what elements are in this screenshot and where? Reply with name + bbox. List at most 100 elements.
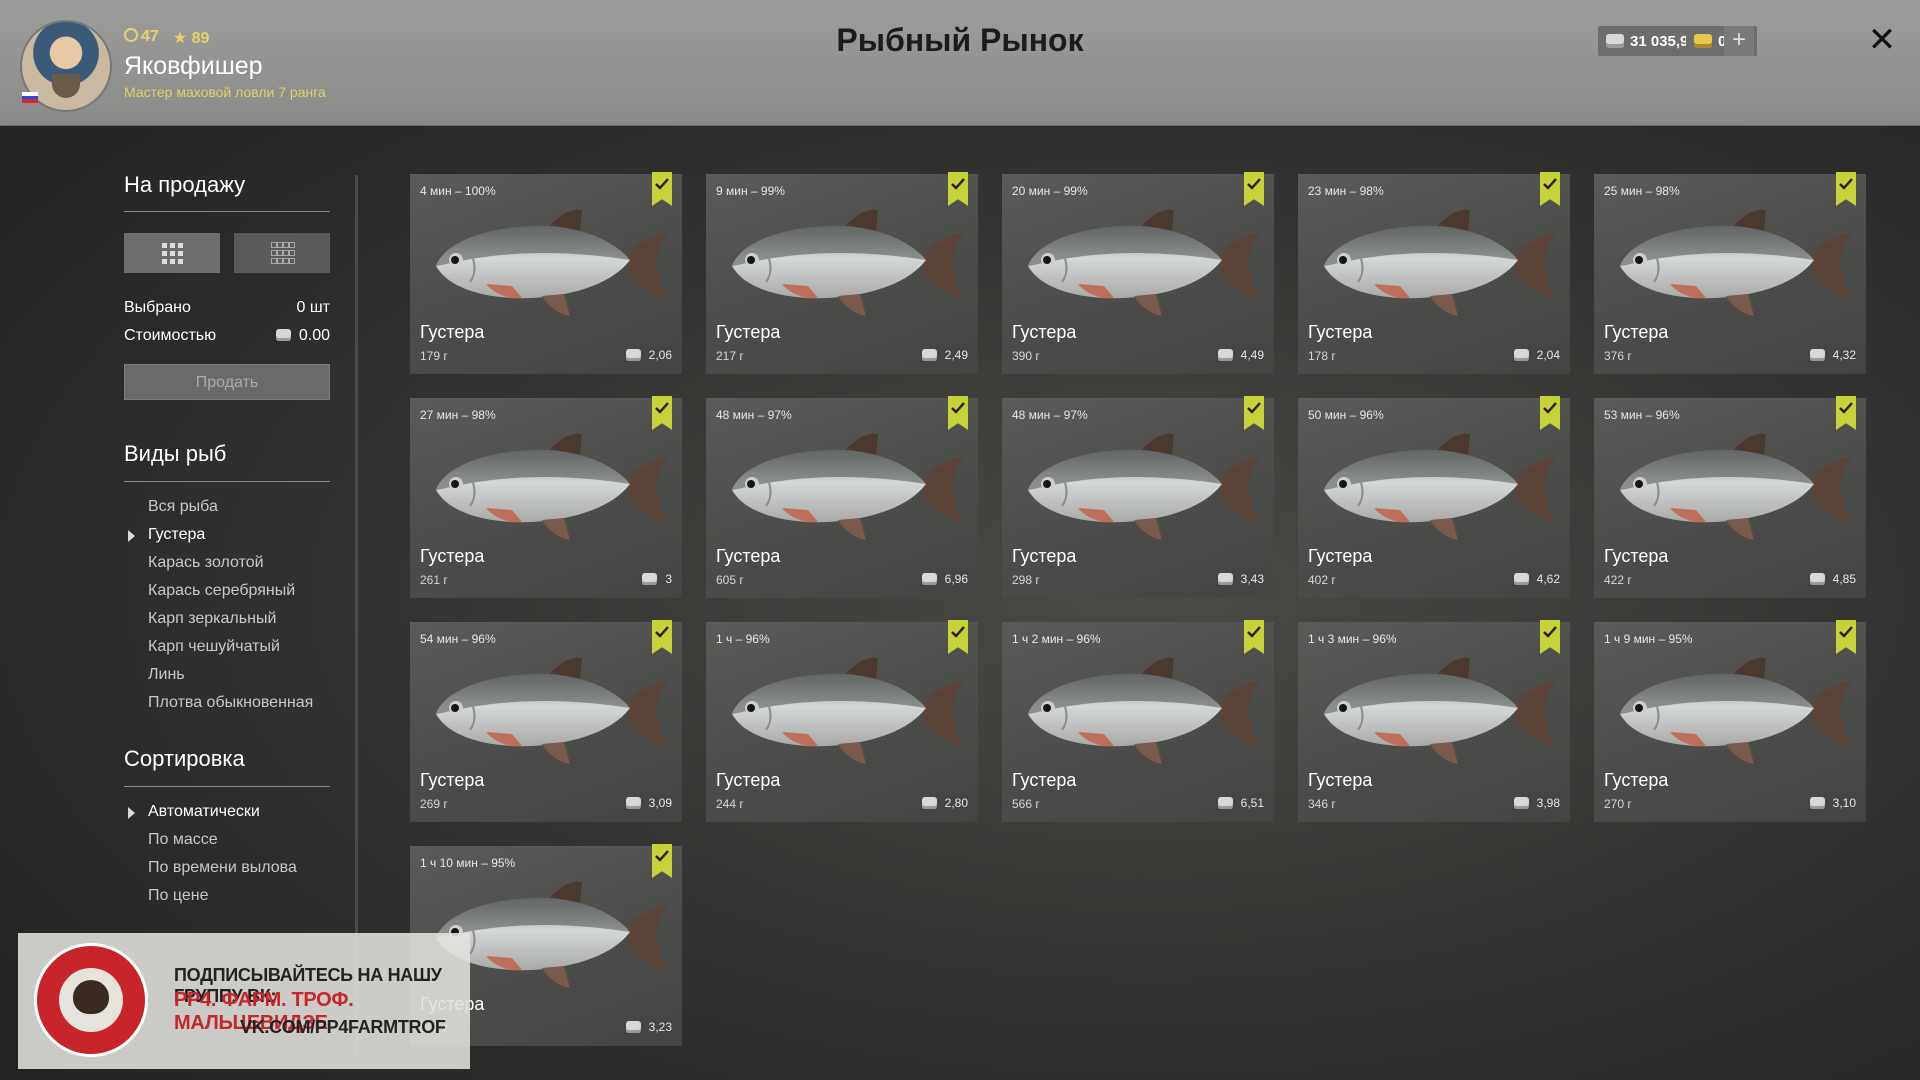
checkmark-icon[interactable] (1244, 620, 1264, 654)
fish-weight: 269 г (420, 797, 448, 811)
checkmark-icon[interactable] (1244, 172, 1264, 206)
price-value: 6,51 (1240, 796, 1264, 810)
price-value: 2,06 (648, 348, 672, 362)
catch-time: 53 мин – 96% (1604, 408, 1680, 422)
fish-card[interactable]: 25 мин – 98% Густера 376 г 4,32 (1594, 172, 1866, 374)
checkmark-icon[interactable] (948, 396, 968, 430)
catch-time: 50 мин – 96% (1308, 408, 1384, 422)
catch-time: 1 ч 2 мин – 96% (1012, 632, 1101, 646)
silver-coin-icon (275, 329, 291, 341)
fish-icon (1014, 428, 1262, 543)
silver-coin-icon (921, 349, 937, 361)
checkmark-icon[interactable] (948, 620, 968, 654)
fish-card[interactable]: 9 мин – 99% Густера 217 г 2,49 (706, 172, 978, 374)
checkmark-icon[interactable] (1540, 172, 1560, 206)
fish-card[interactable]: 27 мин – 98% Густера 261 г 3 (410, 396, 682, 598)
fish-icon (1310, 428, 1558, 543)
fish-name: Густера (420, 322, 485, 342)
fish-card[interactable]: 50 мин – 96% Густера 402 г 4,62 (1298, 396, 1570, 598)
small-grid-view-button[interactable] (234, 233, 330, 273)
species-item[interactable]: Карп зеркальный (148, 610, 276, 628)
fish-price: 3,10 (1809, 796, 1856, 810)
catch-time: 54 мин – 96% (420, 632, 496, 646)
fish-card[interactable]: 1 ч – 96% Густера 244 г 2,80 (706, 620, 978, 822)
sell-button[interactable]: Продать (124, 364, 330, 400)
species-item[interactable]: Густера (148, 526, 205, 544)
fish-card[interactable]: 23 мин – 98% Густера 178 г 2,04 (1298, 172, 1570, 374)
price-value: 3 (665, 572, 672, 586)
sort-item[interactable]: Автоматически (148, 803, 260, 821)
species-item[interactable]: Карась серебряный (148, 582, 295, 600)
checkmark-icon[interactable] (652, 844, 672, 878)
fish-card[interactable]: 1 ч 3 мин – 96% Густера 346 г 3,98 (1298, 620, 1570, 822)
fish-card[interactable]: 1 ч 9 мин – 95% Густера 270 г 3,10 (1594, 620, 1866, 822)
catch-time: 27 мин – 98% (420, 408, 496, 422)
fish-card[interactable]: 48 мин – 97% Густера 605 г 6,96 (706, 396, 978, 598)
catch-time: 1 ч 10 мин – 95% (420, 856, 516, 870)
fish-price: 2,80 (921, 796, 968, 810)
fish-card[interactable]: 20 мин – 99% Густера 390 г 4,49 (1002, 172, 1274, 374)
checkmark-icon[interactable] (1540, 396, 1560, 430)
fish-icon (422, 428, 670, 543)
selected-label: Выбрано (124, 299, 191, 316)
species-item[interactable]: Линь (148, 666, 185, 684)
species-item[interactable]: Карась золотой (148, 554, 264, 572)
species-item[interactable]: Карп чешуйчатый (148, 638, 280, 656)
price-value: 4,49 (1240, 348, 1264, 362)
species-item[interactable]: Плотва обыкновенная (148, 694, 313, 712)
checkmark-icon[interactable] (1836, 620, 1856, 654)
watermark-banner: ПОДПИСЫВАЙТЕСЬ НА НАШУ ГРУППУ ВК: РР4. Ф… (18, 933, 470, 1069)
fish-price: 4,62 (1513, 572, 1560, 586)
sidebar-divider (355, 175, 358, 1055)
checkmark-icon[interactable] (1540, 620, 1560, 654)
sort-item[interactable]: По массе (148, 831, 218, 849)
checkmark-icon[interactable] (652, 172, 672, 206)
fish-price: 4,49 (1217, 348, 1264, 362)
selected-value: 0 шт (296, 299, 330, 316)
catch-time: 9 мин – 99% (716, 184, 785, 198)
species-title: Виды рыб (124, 441, 227, 466)
cost-row: Стоимостью 0.00 (124, 327, 330, 345)
fish-card[interactable]: 48 мин – 97% Густера 298 г 3,43 (1002, 396, 1274, 598)
fish-card[interactable]: 1 ч 2 мин – 96% Густера 566 г 6,51 (1002, 620, 1274, 822)
fish-card[interactable]: 54 мин – 96% Густера 269 г 3,09 (410, 620, 682, 822)
fish-icon (1310, 204, 1558, 319)
silver-coin-icon (1809, 573, 1825, 585)
catch-time: 23 мин – 98% (1308, 184, 1384, 198)
fish-price: 3,43 (1217, 572, 1264, 586)
fish-price: 3,23 (625, 1020, 672, 1034)
catch-time: 4 мин – 100% (420, 184, 496, 198)
checkmark-icon[interactable] (948, 172, 968, 206)
silver-coin-icon (625, 797, 641, 809)
sort-item[interactable]: По цене (148, 887, 208, 905)
fish-price: 3 (642, 572, 672, 586)
sort-item[interactable]: По времени вылова (148, 859, 297, 877)
fish-price: 6,51 (1217, 796, 1264, 810)
silver-coin-icon (1217, 573, 1233, 585)
price-value: 4,62 (1536, 572, 1560, 586)
fish-icon (718, 428, 966, 543)
catch-time: 1 ч 3 мин – 96% (1308, 632, 1397, 646)
large-grid-view-button[interactable] (124, 233, 220, 273)
add-gold-button[interactable]: + (1724, 26, 1754, 56)
fish-price: 2,06 (625, 348, 672, 362)
fish-weight: 422 г (1604, 573, 1632, 587)
catch-time: 48 мин – 97% (716, 408, 792, 422)
checkmark-icon[interactable] (1836, 396, 1856, 430)
fish-card[interactable]: 4 мин – 100% Густера 179 г 2,06 (410, 172, 682, 374)
fish-icon (718, 204, 966, 319)
close-button[interactable]: ✕ (1862, 20, 1902, 60)
price-value: 4,85 (1832, 572, 1856, 586)
fish-weight: 261 г (420, 573, 448, 587)
checkmark-icon[interactable] (652, 620, 672, 654)
fish-weight: 346 г (1308, 797, 1336, 811)
selected-arrow-icon (128, 530, 135, 542)
fish-card[interactable]: 53 мин – 96% Густера 422 г 4,85 (1594, 396, 1866, 598)
fish-name: Густера (1604, 322, 1669, 342)
checkmark-icon[interactable] (652, 396, 672, 430)
checkmark-icon[interactable] (1836, 172, 1856, 206)
checkmark-icon[interactable] (1244, 396, 1264, 430)
fish-name: Густера (716, 546, 781, 566)
species-item[interactable]: Вся рыба (148, 498, 218, 516)
fish-name: Густера (1012, 546, 1077, 566)
